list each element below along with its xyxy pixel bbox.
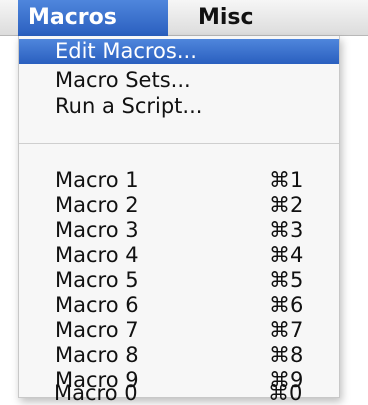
shortcut-label: ⌘2 <box>269 193 304 217</box>
shortcut-label: ⌘3 <box>269 218 304 242</box>
menu-misc[interactable]: Misc <box>198 0 254 36</box>
shortcut-label: ⌘1 <box>269 168 304 192</box>
menu-item-label: Macro 6 <box>55 293 139 317</box>
shortcut-label: ⌘6 <box>269 293 304 317</box>
shortcut-label: ⌘8 <box>269 343 304 367</box>
menu-item-macro-5[interactable]: Macro 5 ⌘5 <box>19 269 339 291</box>
menu-bar: Macros Misc <box>0 0 368 36</box>
shortcut-label: ⌘7 <box>269 318 304 342</box>
menu-item-label: Macro 1 <box>55 168 139 192</box>
menu-separator <box>19 143 339 144</box>
menu-item-label: Macro 0 <box>54 381 138 405</box>
menu-item-label: Macro 2 <box>55 193 139 217</box>
macros-dropdown-menu: Edit Macros... Macro Sets... Run a Scrip… <box>18 36 340 398</box>
shortcut-label: ⌘5 <box>269 268 304 292</box>
menu-item-edit-macros[interactable]: Edit Macros... <box>19 39 339 64</box>
menu-item-label: Macro 4 <box>55 243 139 267</box>
menu-item-macro-sets[interactable]: Macro Sets... <box>19 69 339 91</box>
menu-macros[interactable]: Macros <box>18 0 168 36</box>
menu-item-macro-3[interactable]: Macro 3 ⌘3 <box>19 219 339 241</box>
menu-item-macro-7[interactable]: Macro 7 ⌘7 <box>19 319 339 341</box>
shortcut-label: ⌘4 <box>269 243 304 267</box>
menu-item-macro-1[interactable]: Macro 1 ⌘1 <box>19 169 339 191</box>
menu-item-macro-0-row[interactable]: Macro 0 ⌘0 <box>18 382 338 404</box>
menu-item-label: Macro 8 <box>55 343 139 367</box>
menu-item-macro-8[interactable]: Macro 8 ⌘8 <box>19 344 339 366</box>
menu-item-run-script[interactable]: Run a Script... <box>19 95 339 117</box>
menu-item-macro-6[interactable]: Macro 6 ⌘6 <box>19 294 339 316</box>
menu-item-label: Macro 7 <box>55 318 139 342</box>
shortcut-label: ⌘0 <box>268 381 303 405</box>
menu-item-label: Macro 3 <box>55 218 139 242</box>
menu-item-macro-2[interactable]: Macro 2 ⌘2 <box>19 194 339 216</box>
menu-item-label: Macro 5 <box>55 268 139 292</box>
menu-item-macro-4[interactable]: Macro 4 ⌘4 <box>19 244 339 266</box>
